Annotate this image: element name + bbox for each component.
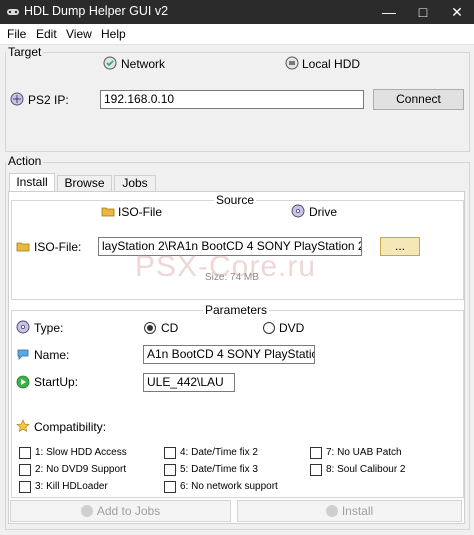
- install-button[interactable]: Install: [237, 500, 462, 522]
- local-hdd-option-label[interactable]: Local HDD: [302, 57, 360, 71]
- tab-browse[interactable]: Browse: [57, 175, 112, 192]
- compat-checkbox-7[interactable]: [310, 447, 322, 459]
- menu-file[interactable]: File: [7, 27, 26, 41]
- maximize-icon: □: [418, 4, 428, 20]
- install-label: Install: [341, 504, 374, 518]
- compat-label-2[interactable]: 2: No DVD9 Support: [35, 464, 126, 475]
- drive-option-label[interactable]: Drive: [309, 205, 337, 219]
- cd-radio[interactable]: [144, 322, 156, 334]
- close-icon: ✕: [451, 4, 463, 20]
- close-button[interactable]: ✕: [440, 0, 474, 24]
- browse-iso-button[interactable]: ...: [380, 237, 420, 256]
- minimize-button[interactable]: —: [372, 0, 406, 24]
- star-icon: [16, 419, 30, 433]
- compat-checkbox-6[interactable]: [164, 481, 176, 493]
- add-to-jobs-button[interactable]: Add to Jobs: [10, 500, 231, 522]
- startup-input[interactable]: ULE_442\LAU: [143, 373, 235, 392]
- startup-label: StartUp:: [34, 375, 79, 389]
- folder-icon[interactable]: [101, 204, 115, 218]
- minimize-icon: —: [382, 4, 396, 20]
- name-label: Name:: [34, 348, 70, 362]
- compat-label-8[interactable]: 8: Soul Calibour 2: [326, 464, 406, 475]
- tab-install[interactable]: Install: [9, 173, 55, 192]
- tab-jobs[interactable]: Jobs: [114, 175, 156, 192]
- dvd-radio[interactable]: [263, 322, 275, 334]
- compat-checkbox-1[interactable]: [19, 447, 31, 459]
- compat-checkbox-3[interactable]: [19, 481, 31, 493]
- browse-iso-button-label: ...: [394, 239, 405, 253]
- iso-file-option-label[interactable]: ISO-File: [118, 205, 162, 219]
- startup-icon: [16, 375, 30, 389]
- type-label: Type:: [34, 321, 64, 335]
- iso-file-icon: [16, 242, 30, 252]
- compat-checkbox-5[interactable]: [164, 464, 176, 476]
- drive-icon[interactable]: [291, 204, 305, 218]
- add-jobs-icon: [80, 505, 93, 517]
- menu-help[interactable]: Help: [101, 27, 126, 41]
- ps2-ip-label: PS2 IP:: [28, 93, 69, 107]
- iso-file-label: ISO-File:: [34, 240, 82, 254]
- tab-browse-label: Browse: [64, 176, 105, 190]
- compat-label-7[interactable]: 7: No UAB Patch: [326, 447, 402, 458]
- dvd-radio-label[interactable]: DVD: [279, 321, 304, 335]
- action-group-label: Action: [6, 154, 44, 168]
- connect-button-label: Connect: [396, 92, 441, 106]
- compat-checkbox-4[interactable]: [164, 447, 176, 459]
- ps2-network-icon: [10, 92, 24, 106]
- ps2-ip-input[interactable]: 192.168.0.10: [100, 90, 364, 109]
- parameters-group-label: Parameters: [203, 303, 270, 317]
- compat-label-3[interactable]: 3: Kill HDLoader: [35, 481, 108, 492]
- maximize-button[interactable]: □: [406, 0, 440, 24]
- speech-bubble-icon: [17, 349, 29, 360]
- compatibility-label: Compatibility:: [34, 420, 107, 434]
- cd-radio-label[interactable]: CD: [161, 321, 178, 335]
- title-bar[interactable]: HDL Dump Helper GUI v2 — □ ✕: [0, 0, 474, 24]
- add-to-jobs-label: Add to Jobs: [96, 504, 161, 518]
- gamepad-icon: [7, 9, 19, 15]
- network-option-label[interactable]: Network: [121, 57, 165, 71]
- compat-checkbox-2[interactable]: [19, 464, 31, 476]
- compat-label-1[interactable]: 1: Slow HDD Access: [35, 447, 127, 458]
- type-disc-icon: [16, 320, 30, 334]
- source-group-label: Source: [214, 193, 257, 207]
- compat-checkbox-8[interactable]: [310, 464, 322, 476]
- compat-label-5[interactable]: 5: Date/Time fix 3: [180, 464, 258, 475]
- name-input[interactable]: A1n BootCD 4 SONY PlayStation 2: [143, 345, 315, 364]
- tab-install-label: Install: [16, 175, 48, 189]
- compat-label-6[interactable]: 6: No network support: [180, 481, 278, 492]
- watermark-text: PSX-Core.ru: [135, 250, 317, 283]
- compat-label-4[interactable]: 4: Date/Time fix 2: [180, 447, 258, 458]
- connect-button[interactable]: Connect: [373, 89, 464, 110]
- window-title: HDL Dump Helper GUI v2: [24, 4, 169, 18]
- local-hdd-icon[interactable]: [285, 56, 299, 70]
- menu-view[interactable]: View: [66, 27, 92, 41]
- tab-jobs-label: Jobs: [122, 176, 148, 190]
- menu-edit[interactable]: Edit: [36, 27, 57, 41]
- target-group-label: Target: [6, 45, 44, 59]
- network-icon[interactable]: [103, 56, 117, 70]
- install-icon: [325, 505, 338, 517]
